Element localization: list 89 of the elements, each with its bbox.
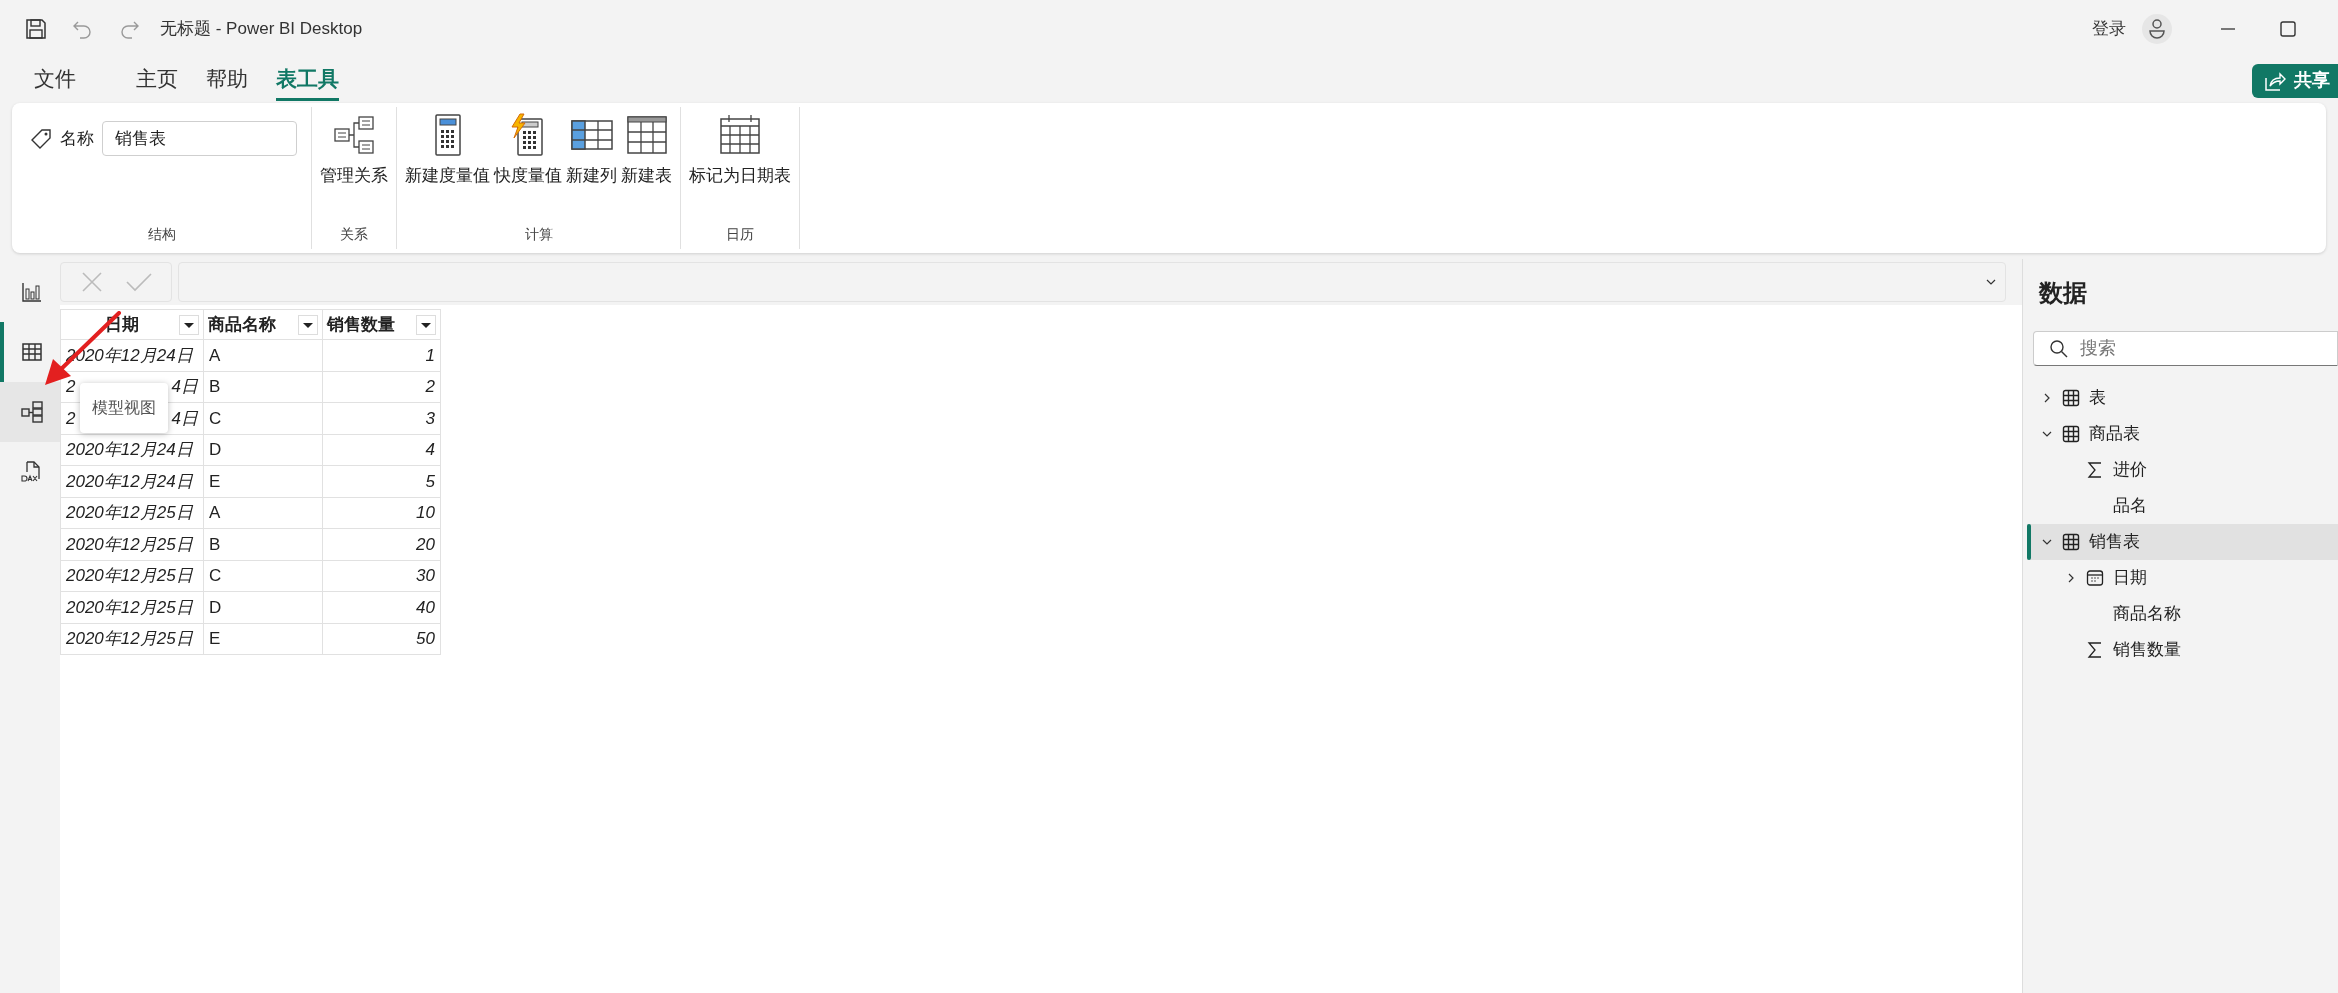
field-list-item[interactable]: 进价 [2027,452,2338,488]
table-cell: 2020年12月25日 [60,560,204,592]
table-cell: 50 [322,623,441,655]
table-cell: 10 [322,497,441,529]
table-cell: 4 [322,434,441,466]
field-list-item[interactable]: 日期 [2027,560,2338,596]
table-cell: 5 [322,465,441,497]
table-icon [624,113,669,157]
bar-chart-icon [21,281,43,303]
window-title: 无标题 - Power BI Desktop [160,18,363,41]
table-cell: 2020年12月25日 [60,591,204,623]
filter-dropdown-icon[interactable] [298,314,318,335]
table-cell: A [203,497,323,529]
field-name: 商品表 [2089,423,2140,446]
table-cell: 2020年12月25日 [60,528,204,560]
table-cell: 40 [322,591,441,623]
field-name: 销售表 [2089,531,2140,554]
field-list-item[interactable]: 品名 [2027,488,2338,524]
table-cell: 1 [322,339,441,371]
save-icon[interactable] [24,17,48,41]
table-cell: B [203,528,323,560]
table-icon [2062,425,2080,443]
table-cell: 2020年12月25日 [60,623,204,655]
tag-icon [30,127,52,150]
ribbon-button[interactable]: 新建度量值 [403,113,492,189]
sigma-icon [2087,461,2103,479]
sign-in-link[interactable]: 登录 [2092,16,2126,42]
menu-tab[interactable]: 表工具 [276,60,339,101]
column-header[interactable]: 商品名称 [203,309,323,340]
ribbon-button[interactable]: 标记为日期表 [687,113,793,189]
tooltip: 模型视图 [80,383,168,433]
table-cell: E [203,623,323,655]
sigma-icon [2087,641,2103,659]
field-name: 品名 [2113,495,2147,518]
maximize-icon[interactable] [2278,19,2298,39]
table-cell: A [203,339,323,371]
group-label: 计算 [523,225,554,244]
filter-dropdown-icon[interactable] [179,314,199,335]
table-cell: 20 [322,528,441,560]
relationship-icon [332,113,376,157]
table-cell: D [203,434,323,466]
field-name: 日期 [2113,567,2147,590]
table-cell: 3 [322,402,441,434]
model-icon [20,400,44,424]
search-icon [2049,339,2069,359]
group-label: 结构 [146,225,177,244]
table-cell: 2 [322,371,441,403]
table-cell: D [203,591,323,623]
field-list-item[interactable]: 商品名称 [2027,596,2338,632]
view-nav-button[interactable] [0,382,60,442]
table-cell: 2020年12月24日 [60,465,204,497]
table-cell: C [203,402,323,434]
name-label: 名称 [60,127,94,150]
field-name: 销售数量 [2113,639,2181,662]
table-icon [2062,533,2080,551]
group-label: 关系 [339,225,369,244]
group-label: 日历 [725,225,755,244]
menu-tab[interactable]: 文件 [34,60,76,101]
column-header[interactable]: 销售数量 [322,309,441,340]
filter-dropdown-icon[interactable] [416,314,436,335]
user-avatar-icon[interactable] [2142,14,2172,44]
field-name: 商品名称 [2113,603,2181,626]
field-list-item[interactable]: 表 [2027,380,2338,416]
table-cell: B [203,371,323,403]
table-cell: 2020年12月25日 [60,497,204,529]
ribbon-button[interactable]: 快度量值 [492,113,564,189]
table-icon [2062,389,2080,407]
field-list-item[interactable]: 销售数量 [2027,632,2338,668]
table-name-field[interactable]: 销售表 [102,121,297,156]
ribbon-button[interactable]: 新建列 [564,113,619,189]
table-cell: E [203,465,323,497]
calendar-icon [2086,569,2104,587]
table-cell: C [203,560,323,592]
field-name: 表 [2089,387,2106,410]
ribbon-button[interactable]: 管理关系 [318,113,390,189]
table-icon [21,341,43,363]
ribbon-button[interactable]: 新建表 [619,113,674,189]
calendar-icon [718,113,762,157]
field-name: 进价 [2113,459,2147,482]
table-cell: 2020年12月24日 [60,434,204,466]
share-button[interactable]: 共享 [2252,63,2338,98]
selection-indicator [2027,524,2031,560]
panel-title: 数据 [2037,278,2088,308]
field-list-item[interactable]: 商品表 [2027,416,2338,452]
table-cell: 30 [322,560,441,592]
search-field[interactable]: 搜索 [2033,331,2338,366]
menu-tab[interactable]: 主页 [136,60,178,101]
menu-tab[interactable]: 帮助 [206,60,248,101]
field-list-item[interactable]: 销售表 [2027,524,2338,560]
